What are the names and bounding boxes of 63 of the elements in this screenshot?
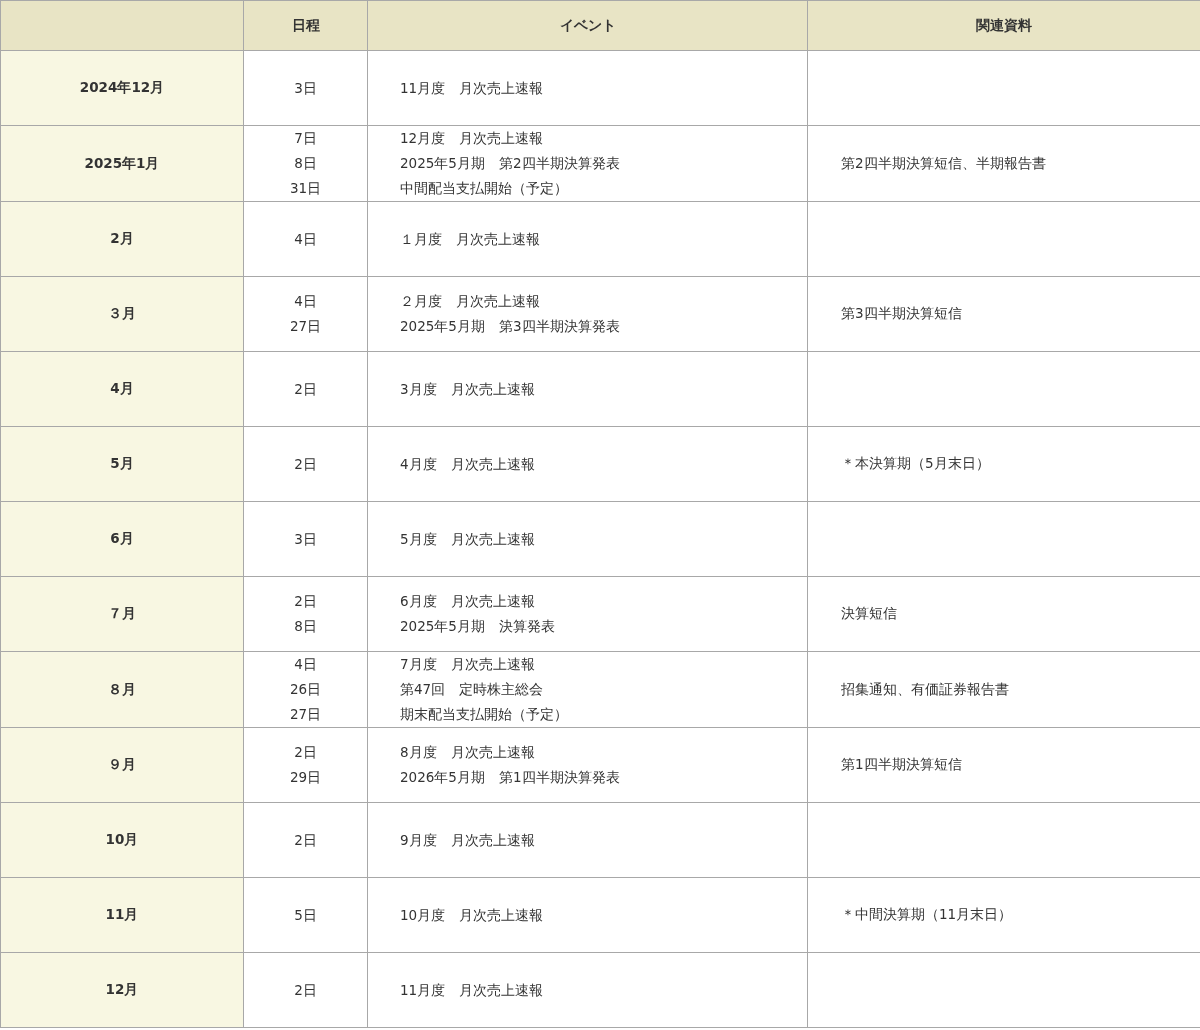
date-text: 5日 — [293, 905, 318, 925]
document-text: 第3四半期決算短信 — [841, 305, 962, 321]
event-text: 7月度 月次売上速報 — [400, 655, 536, 674]
document-text: ＊中間決算期（11月末日） — [841, 906, 1013, 922]
event-text: 11月度 月次売上速報 — [400, 980, 545, 1000]
event-text: 期末配当支払開始（予定） — [400, 705, 569, 724]
date-text: 2日 — [293, 830, 318, 850]
month-label: 11月 — [105, 906, 139, 922]
header-text: イベント — [559, 16, 616, 33]
document-text: 第1四半期決算短信 — [841, 756, 962, 772]
document-text: ＊本決算期（5月末日） — [841, 455, 990, 471]
document-text: 決算短信 — [841, 605, 897, 621]
date-text: 26日 — [288, 680, 323, 699]
document-text: 招集通知、有価証券報告書 — [841, 680, 1009, 697]
date-text: 2日 — [293, 379, 318, 399]
date-text: 8日 — [293, 617, 318, 636]
event-text: 5月度 月次売上速報 — [400, 529, 536, 549]
month-label: ７月 — [108, 605, 136, 621]
date-text: 2日 — [293, 980, 318, 1000]
month-label: 2024年12月 — [79, 79, 165, 95]
date-text: 7日 — [293, 129, 318, 148]
event-text: 9月度 月次売上速報 — [400, 830, 536, 850]
date-text: 4日 — [293, 292, 318, 311]
event-text: 2025年5月期 第3四半期決算発表 — [400, 317, 621, 336]
date-text: 31日 — [288, 179, 323, 198]
date-text: 27日 — [288, 705, 323, 724]
month-label: 10月 — [105, 831, 139, 847]
month-label: 6月 — [110, 530, 134, 546]
event-text: 8月度 月次売上速報 — [400, 743, 536, 762]
month-label: 2025年1月 — [84, 154, 160, 171]
date-text: 4日 — [293, 655, 318, 674]
event-text: 12月度 月次売上速報 — [400, 129, 545, 148]
event-text: 2026年5月期 第1四半期決算発表 — [400, 768, 621, 787]
event-text: １月度 月次売上速報 — [400, 229, 541, 249]
date-text: 3日 — [293, 78, 318, 98]
event-text: 2025年5月期 決算発表 — [400, 617, 556, 636]
document-text: 第2四半期決算短信、半期報告書 — [841, 154, 1046, 171]
event-text: 6月度 月次売上速報 — [400, 592, 536, 611]
event-text: 第47回 定時株主総会 — [400, 680, 545, 699]
date-text: 4日 — [293, 229, 318, 249]
month-label: ３月 — [108, 305, 136, 321]
date-text: 29日 — [288, 768, 323, 787]
header-text: 日程 — [291, 16, 320, 33]
event-text: 2025年5月期 第2四半期決算発表 — [400, 154, 621, 173]
event-text: 3月度 月次売上速報 — [400, 379, 536, 399]
event-text: 10月度 月次売上速報 — [400, 905, 545, 925]
month-label: 5月 — [110, 455, 134, 471]
event-text: ２月度 月次売上速報 — [400, 292, 541, 311]
month-label: 2月 — [110, 230, 134, 246]
event-text: 4月度 月次売上速報 — [400, 454, 536, 474]
event-text: 11月度 月次売上速報 — [400, 78, 545, 98]
month-label: ８月 — [108, 680, 136, 697]
header-text: 関連資料 — [976, 16, 1032, 33]
month-label: 12月 — [105, 981, 139, 997]
event-text: 中間配当支払開始（予定） — [400, 179, 569, 198]
date-text: 2日 — [293, 454, 318, 474]
date-text: 27日 — [288, 317, 323, 336]
month-label: 4月 — [110, 380, 134, 396]
month-label: ９月 — [108, 756, 136, 772]
date-text: 3日 — [293, 529, 318, 549]
date-text: 2日 — [293, 743, 318, 762]
date-text: 2日 — [293, 592, 318, 611]
date-text: 8日 — [293, 154, 318, 173]
